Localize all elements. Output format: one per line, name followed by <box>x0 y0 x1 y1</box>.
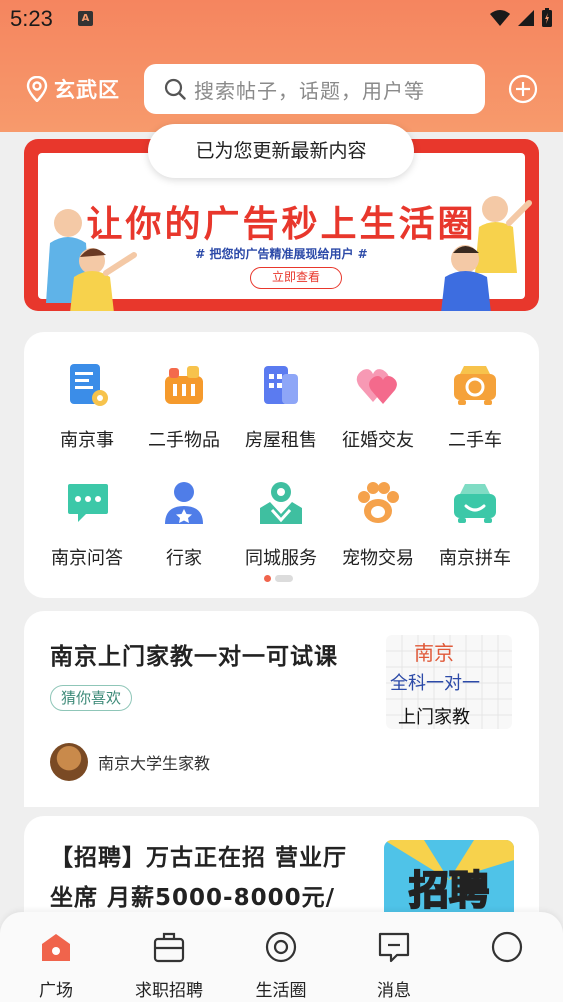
category-label: 南京问答 <box>51 548 123 569</box>
tab-life-circle[interactable]: 生活圈 <box>236 930 326 1001</box>
category-carpool[interactable]: 南京拼车 <box>425 478 525 570</box>
category-label: 房屋租售 <box>245 430 317 451</box>
wifi-icon <box>490 10 510 26</box>
profile-circle-icon <box>491 931 523 963</box>
car-swap-icon <box>454 366 496 405</box>
battery-icon <box>542 8 552 27</box>
thumb-line-2: 全科一对一 <box>390 673 480 694</box>
category-local-service[interactable]: 同城服务 <box>231 478 331 570</box>
thumb-text: 招聘 <box>408 867 490 915</box>
paw-icon <box>358 482 399 523</box>
expert-person-icon <box>165 482 203 524</box>
tab-jobs[interactable]: 求职招聘 <box>124 930 214 1001</box>
category-label: 征婚交友 <box>342 430 414 451</box>
status-time: 5:23 <box>10 6 53 31</box>
post-author[interactable]: 南京大学生家教 <box>50 743 210 781</box>
status-bar: 5:23 A <box>0 0 563 40</box>
signal-icon <box>518 10 534 26</box>
basket-icon <box>165 366 203 404</box>
avatar <box>50 743 88 781</box>
page-indicator <box>264 575 293 582</box>
category-label: 二手车 <box>448 430 502 451</box>
post-title: 南京上门家教一对一可试课 <box>50 644 338 670</box>
post-card[interactable]: 【招聘】万古正在招 营业厅坐席 月薪5000-8000元/月... 招聘 <box>24 816 539 951</box>
tab-square[interactable]: 广场 <box>11 930 101 1001</box>
category-used-car[interactable]: 二手车 <box>425 360 525 452</box>
recommend-tag: 猜你喜欢 <box>50 685 133 711</box>
tab-label: 求职招聘 <box>135 981 203 1001</box>
bottom-tab-bar: 广场 求职招聘 生活圈 消息 <box>0 912 563 1002</box>
category-dating[interactable]: 征婚交友 <box>328 360 428 452</box>
category-label: 同城服务 <box>245 548 317 569</box>
home-square-icon <box>42 934 70 961</box>
page-dot-active <box>264 575 271 582</box>
category-nanjing-news[interactable]: 南京事 <box>37 360 137 452</box>
category-expert[interactable]: 行家 <box>134 478 234 570</box>
category-qa[interactable]: 南京问答 <box>37 478 137 570</box>
post-thumbnail: 南京 全科一对一 上门家教 <box>386 635 512 729</box>
tab-label: 生活圈 <box>255 981 307 1001</box>
heart-icon <box>356 369 397 404</box>
building-icon <box>264 366 298 404</box>
post-card[interactable]: 南京上门家教一对一可试课 猜你喜欢 南京 全科一对一 上门家教 南京大学生家教 <box>24 611 539 807</box>
location-pin-icon <box>26 76 48 102</box>
briefcase-icon <box>153 932 185 963</box>
chat-bubble-icon <box>68 484 108 522</box>
search-input[interactable]: 搜索帖子，话题，用户等 <box>144 64 485 114</box>
thumb-line-1: 南京 <box>414 641 454 665</box>
category-grid: 南京事 二手物品 房屋租售 征婚交友 二手车 南京问答 行家 同城服务 宠物交易… <box>24 332 539 598</box>
status-icons <box>489 8 553 28</box>
location-label: 玄武区 <box>54 78 120 102</box>
category-second-hand[interactable]: 二手物品 <box>134 360 234 452</box>
carpool-car-icon <box>454 484 496 523</box>
category-label: 行家 <box>166 548 202 569</box>
search-icon <box>164 78 186 100</box>
location-selector[interactable]: 玄武区 <box>26 74 120 104</box>
author-name: 南京大学生家教 <box>98 754 211 773</box>
tab-label: 消息 <box>377 981 411 1001</box>
thumb-line-3: 上门家教 <box>398 707 470 728</box>
service-hands-icon <box>260 482 302 524</box>
banner-subtitle: # 把您的广告精准展现给用户 # <box>195 247 368 261</box>
tab-profile[interactable] <box>462 930 552 976</box>
banner-view-button[interactable]: 立即查看 <box>250 267 342 289</box>
banner-title: 让你的广告秒上生活圈 <box>86 204 477 245</box>
category-label: 南京拼车 <box>439 548 511 569</box>
category-house-rental[interactable]: 房屋租售 <box>231 360 331 452</box>
tab-messages[interactable]: 消息 <box>349 930 439 1001</box>
page-dot <box>275 575 293 582</box>
update-toast: 已为您更新最新内容 <box>148 124 414 178</box>
category-label: 宠物交易 <box>342 548 414 569</box>
category-label: 南京事 <box>60 430 114 451</box>
category-label: 二手物品 <box>148 430 220 451</box>
add-post-icon[interactable] <box>508 74 538 104</box>
message-icon <box>378 932 410 963</box>
category-pet-trade[interactable]: 宠物交易 <box>328 478 428 570</box>
search-placeholder: 搜索帖子，话题，用户等 <box>194 78 425 103</box>
circle-target-icon <box>265 931 297 963</box>
tab-label: 广场 <box>39 981 73 1001</box>
news-doc-icon <box>70 364 108 406</box>
notification-icon: A <box>78 11 93 26</box>
